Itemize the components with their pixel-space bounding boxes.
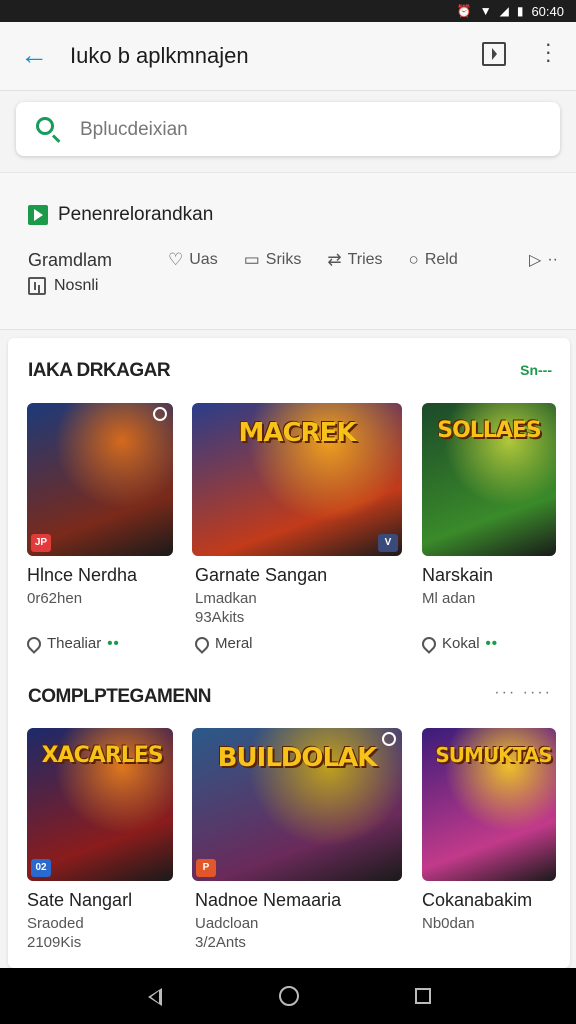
app-thumbnail[interactable]: XACARLES 02 (27, 728, 173, 881)
status-bar: ⏰ ▼ ◢ ▮ 60:40 (0, 0, 576, 22)
app-subtitle: Sraoded (27, 915, 84, 932)
app-thumbnail[interactable]: BUILDOLAK P (192, 728, 402, 881)
filter-panel: Penenrelorandkan Gramdlam ♡ Uas ▭ Sriks … (0, 172, 576, 330)
battery-icon: ▮ (516, 4, 524, 18)
app-thumbnail[interactable]: SUMUKTAS (422, 728, 556, 881)
filter-chip[interactable]: ▭ Sriks (244, 250, 302, 270)
section-title: COMPLPTEGAMENN (28, 686, 212, 707)
app-badge: V (378, 534, 398, 552)
app-thumbnail[interactable]: SOLLAES (422, 403, 556, 556)
chip-overflow[interactable]: ▷ ·· (529, 250, 558, 270)
reader-mode-icon[interactable] (482, 42, 506, 66)
app-footer-label: Meral (215, 635, 253, 652)
signal-icon: ◢ (499, 4, 509, 18)
app-banner-text: SOLLAES (437, 418, 541, 444)
back-arrow-icon[interactable]: ← (20, 41, 48, 70)
app-banner-text: BUILDOLAK (217, 743, 378, 774)
app-subtitle: 3/2Ants (195, 934, 246, 951)
play-arrow-icon: ▷ (529, 252, 542, 269)
app-banner-text: MACREK (238, 418, 356, 449)
clock-icon (153, 407, 167, 421)
nav-back-icon[interactable] (148, 988, 162, 1006)
filter-chip-row: Gramdlam ♡ Uas ▭ Sriks ⇄ Tries ○ Reld ▷ … (28, 245, 558, 275)
chip-label: Reld (424, 251, 458, 268)
content-card: IAKA DRKAGAR Sn--- JP Hlnce Nerdha 0r62h… (8, 338, 570, 968)
app-footer-label: Kokal (442, 635, 480, 652)
wifi-icon: ▼ (479, 4, 492, 18)
secondary-filter[interactable]: Nosnli (28, 277, 98, 295)
nav-recents-icon[interactable] (415, 988, 431, 1004)
app-tile[interactable]: JP Hlnce Nerdha 0r62hen Thealiar •• (24, 403, 173, 663)
app-name: Narskain (422, 565, 494, 585)
app-name: Garnate Sangan (195, 565, 328, 585)
search-icon (36, 117, 54, 135)
app-name: Nadnoe Nemaaria (195, 890, 342, 910)
heart-icon[interactable] (24, 633, 44, 654)
alarm-icon: ⏰ (456, 4, 472, 18)
app-footer: Meral (192, 633, 253, 654)
filter-chip[interactable]: ♡ Uas (168, 250, 218, 270)
app-footer: Kokal •• (419, 633, 499, 654)
app-tile[interactable]: SOLLAES Narskain Ml adan Kokal •• (419, 403, 556, 663)
system-nav-bar (0, 968, 576, 1024)
app-badge: P (196, 859, 216, 877)
section-title: IAKA DRKAGAR (28, 360, 171, 381)
filter-main-label[interactable]: Gramdlam (28, 250, 168, 271)
app-subtitle: Nb0dan (422, 915, 475, 932)
filter-chip[interactable]: ⇄ Tries (327, 250, 382, 270)
page-title: Iuko b aplkmnajen (70, 43, 249, 68)
comment-icon: ▭ (243, 250, 260, 269)
chip-label: Uas (189, 251, 218, 268)
heart-icon[interactable] (192, 633, 212, 654)
app-badge: 02 (31, 859, 51, 877)
app-subtitle: 93Akits (195, 609, 245, 626)
more-dots-icon: •• (107, 635, 120, 652)
clock-icon (382, 732, 396, 746)
app-subtitle: Ml adan (422, 590, 476, 607)
app-footer: Thealiar •• (24, 633, 120, 654)
chat-icon: ○ (408, 250, 419, 269)
app-thumbnail[interactable]: JP (27, 403, 173, 556)
app-bar: ← Iuko b aplkmnajen · · · (0, 22, 576, 91)
app-banner-text: SUMUKTAS (435, 743, 552, 768)
heart-icon[interactable] (419, 633, 439, 654)
play-store-icon (28, 205, 48, 225)
app-banner-text: XACARLES (41, 743, 164, 769)
app-subtitle: 0r62hen (27, 590, 83, 607)
app-name: Cokanabakim (422, 890, 533, 910)
app-badge: JP (31, 534, 51, 552)
app-tile[interactable]: XACARLES 02 Sate Nangarl Sraoded 2109Kis (27, 728, 173, 968)
chip-label: Sriks (265, 251, 302, 268)
status-time: 60:40 (531, 3, 564, 19)
secondary-filter-label: Nosnli (54, 277, 99, 294)
provider-label: Penenrelorandkan (58, 204, 214, 225)
app-name: Sate Nangarl (27, 890, 133, 910)
app-subtitle: Uadcloan (195, 915, 259, 932)
chart-icon (28, 277, 46, 295)
nav-home-icon[interactable] (279, 986, 299, 1006)
app-subtitle: 2109Kis (27, 934, 82, 951)
overflow-dots: ·· (547, 251, 558, 268)
section-see-more-link[interactable]: Sn--- (520, 362, 552, 378)
tag-icon: ♡ (168, 250, 184, 269)
app-tile[interactable]: MACREK V Garnate Sangan Lmadkan 93Akits … (192, 403, 402, 663)
swap-icon: ⇄ (327, 250, 342, 269)
app-subtitle: Lmadkan (195, 590, 257, 607)
chip-label: Tries (347, 251, 383, 268)
app-thumbnail[interactable]: MACREK V (192, 403, 402, 556)
app-tile[interactable]: SUMUKTAS Cokanabakim Nb0dan (422, 728, 556, 968)
more-vert-icon[interactable]: · · · (545, 33, 552, 71)
filter-chip[interactable]: ○ Reld (409, 250, 458, 270)
app-name: Hlnce Nerdha (27, 565, 138, 585)
app-tile[interactable]: BUILDOLAK P Nadnoe Nemaaria Uadcloan 3/2… (192, 728, 402, 968)
section-more-icon[interactable]: ··· ···· (494, 684, 552, 702)
app-footer-label: Thealiar (47, 635, 102, 652)
search-bar[interactable] (16, 102, 560, 156)
more-dots-icon: •• (485, 635, 499, 652)
search-input[interactable] (78, 114, 542, 146)
